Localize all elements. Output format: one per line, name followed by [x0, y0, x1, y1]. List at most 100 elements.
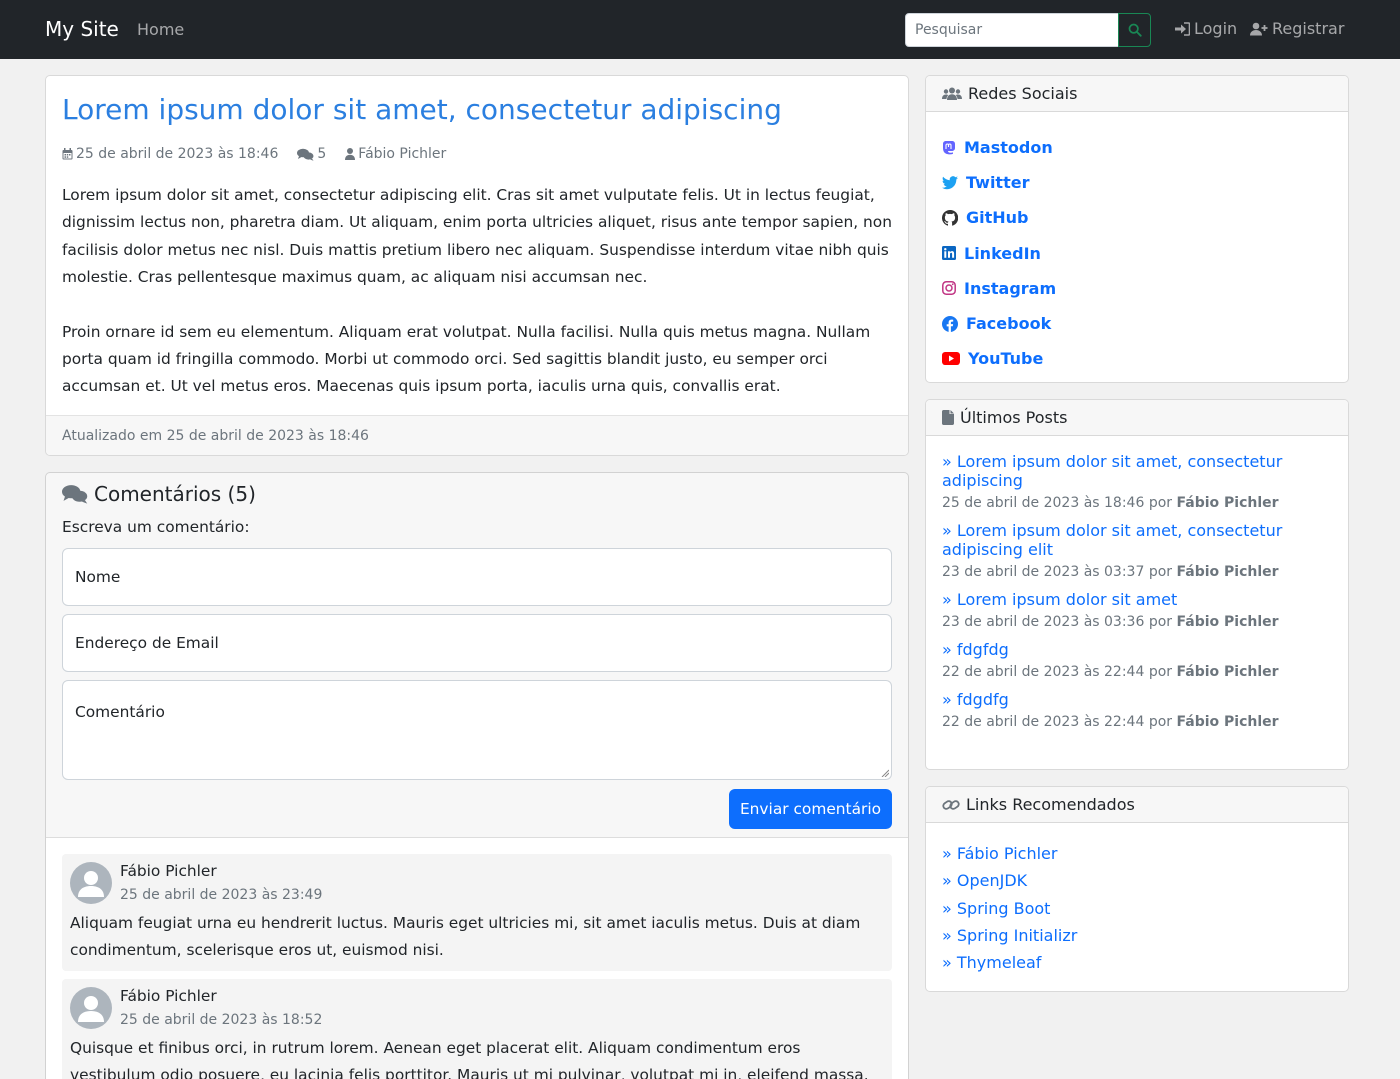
- recommended-link[interactable]: » OpenJDK: [942, 867, 1077, 894]
- social-link-linkedin[interactable]: LinkedIn: [942, 236, 1056, 271]
- social-label: Twitter: [966, 173, 1030, 193]
- recent-post-link[interactable]: » Lorem ipsum dolor sit amet, consectetu…: [942, 521, 1334, 559]
- recent-post-bullet: »: [942, 590, 952, 609]
- post-comment-count[interactable]: 5: [297, 146, 326, 162]
- search-input[interactable]: [905, 13, 1119, 47]
- avatar: [70, 987, 112, 1029]
- links-list: » Fábio Pichler » OpenJDK » Spring Boot …: [942, 840, 1077, 976]
- social-link-instagram[interactable]: Instagram: [942, 271, 1056, 306]
- instagram-icon: [942, 281, 956, 296]
- search-button[interactable]: [1118, 13, 1151, 47]
- recent-post-item: » Lorem ipsum dolor sit amet, consectetu…: [942, 521, 1334, 580]
- comment-count-text: 5: [317, 146, 327, 162]
- social-label: YouTube: [968, 349, 1044, 369]
- post-paragraph: Proin ornare id sem eu elementum. Aliqua…: [62, 322, 871, 396]
- name-field[interactable]: Nome: [62, 548, 892, 606]
- comment-textarea[interactable]: Comentário: [62, 680, 892, 780]
- recent-post-by: por: [1148, 564, 1173, 580]
- post-title[interactable]: Lorem ipsum dolor sit amet, consectetur …: [62, 93, 782, 126]
- recommended-link[interactable]: » Spring Initializr: [942, 922, 1077, 949]
- link-label: OpenJDK: [956, 871, 1028, 891]
- recent-posts-list: » Lorem ipsum dolor sit amet, consectetu…: [942, 452, 1334, 740]
- social-link-youtube[interactable]: YouTube: [942, 341, 1056, 376]
- recent-post-meta: 22 de abril de 2023 às 22:44 por Fábio P…: [942, 664, 1334, 680]
- recent-post-meta: 22 de abril de 2023 às 22:44 por Fábio P…: [942, 714, 1334, 730]
- search-icon: [1128, 23, 1142, 37]
- email-field[interactable]: Endereço de Email: [62, 614, 892, 672]
- login-label: Login: [1194, 19, 1238, 38]
- calendar-icon: [62, 148, 73, 160]
- twitter-icon: [942, 175, 958, 189]
- recent-post-title: fdgdfg: [956, 690, 1009, 709]
- social-label: Facebook: [966, 314, 1052, 334]
- recommended-link[interactable]: » Spring Boot: [942, 895, 1077, 922]
- social-link-twitter[interactable]: Twitter: [942, 165, 1056, 200]
- comments-title: Comentários (5): [94, 482, 256, 506]
- recent-post-title: Lorem ipsum dolor sit amet, consectetur …: [942, 521, 1283, 559]
- recent-post-link[interactable]: » fdgdfg: [942, 690, 1334, 709]
- recent-post-item: » Lorem ipsum dolor sit amet, consectetu…: [942, 452, 1334, 511]
- social-label: Instagram: [964, 278, 1057, 298]
- comment-list: Fábio Pichler 25 de abril de 2023 às 23:…: [46, 838, 908, 1079]
- recent-post-link[interactable]: » Lorem ipsum dolor sit amet: [942, 590, 1334, 609]
- login-link[interactable]: Login: [1174, 19, 1237, 38]
- nav-home-link[interactable]: Home: [137, 20, 184, 39]
- name-field-placeholder: Nome: [75, 568, 121, 586]
- link-label: Thymeleaf: [956, 953, 1042, 973]
- default-avatar-icon: [78, 871, 104, 897]
- recent-post-meta: 23 de abril de 2023 às 03:36 por Fábio P…: [942, 614, 1334, 630]
- register-link[interactable]: Registrar: [1250, 19, 1344, 38]
- link-bullet: »: [942, 925, 952, 945]
- social-networks-card: Redes Sociais Mastodon Twitter GitHub Li…: [925, 75, 1349, 383]
- recommended-link[interactable]: » Fábio Pichler: [942, 840, 1077, 867]
- recent-post-by: por: [1148, 714, 1173, 730]
- recent-post-author: Fábio Pichler: [1176, 614, 1279, 630]
- recent-post-date: 22 de abril de 2023 às 22:44: [942, 664, 1145, 680]
- site-brand[interactable]: My Site: [45, 17, 119, 41]
- facebook-icon: [942, 315, 958, 332]
- social-list: Mastodon Twitter GitHub LinkedIn Instagr…: [942, 130, 1056, 376]
- recent-post-bullet: »: [942, 521, 952, 540]
- social-link-mastodon[interactable]: Mastodon: [942, 130, 1056, 165]
- post-card: Lorem ipsum dolor sit amet, consectetur …: [45, 75, 909, 456]
- comments-card: Comentários (5) Escreva um comentário: N…: [45, 472, 909, 1079]
- resize-handle-icon[interactable]: [881, 769, 889, 777]
- recent-post-link[interactable]: » fdgfdg: [942, 640, 1334, 659]
- recent-post-by: por: [1148, 614, 1173, 630]
- recent-post-date: 22 de abril de 2023 às 22:44: [942, 714, 1145, 730]
- recent-post-meta: 25 de abril de 2023 às 18:46 por Fábio P…: [942, 495, 1334, 511]
- comment-item: Fábio Pichler 25 de abril de 2023 às 23:…: [62, 854, 892, 971]
- social-header: Redes Sociais: [926, 76, 1348, 112]
- submit-comment-button[interactable]: Enviar comentário: [729, 789, 892, 829]
- recent-post-link[interactable]: » Lorem ipsum dolor sit amet, consectetu…: [942, 452, 1334, 490]
- recent-posts-header: Últimos Posts: [926, 400, 1348, 436]
- post-meta: 25 de abril de 2023 às 18:46 5 Fábio Pic…: [62, 146, 465, 162]
- recent-post-title: Lorem ipsum dolor sit amet: [956, 590, 1178, 609]
- social-link-facebook[interactable]: Facebook: [942, 306, 1056, 341]
- recent-post-date: 23 de abril de 2023 às 03:37: [942, 564, 1145, 580]
- comments-icon: [62, 485, 88, 504]
- recent-post-by: por: [1148, 664, 1173, 680]
- social-link-github[interactable]: GitHub: [942, 200, 1056, 235]
- recent-post-author: Fábio Pichler: [1176, 664, 1279, 680]
- link-bullet: »: [942, 871, 952, 891]
- comment-item: Fábio Pichler 25 de abril de 2023 às 18:…: [62, 979, 892, 1079]
- links-title: Links Recomendados: [966, 795, 1135, 814]
- recent-post-meta: 23 de abril de 2023 às 03:37 por Fábio P…: [942, 564, 1334, 580]
- avatar: [70, 862, 112, 904]
- recent-post-title: Lorem ipsum dolor sit amet, consectetur …: [942, 452, 1283, 490]
- youtube-icon: [942, 352, 960, 366]
- mastodon-icon: [943, 141, 955, 155]
- register-label: Registrar: [1272, 19, 1345, 38]
- post-paragraph: Lorem ipsum dolor sit amet, consectetur …: [62, 186, 892, 287]
- recent-post-item: » fdgdfg 22 de abril de 2023 às 22:44 po…: [942, 690, 1334, 730]
- recommended-links-card: Links Recomendados » Fábio Pichler » Ope…: [925, 786, 1349, 992]
- post-date: 25 de abril de 2023 às 18:46: [62, 146, 278, 162]
- user-icon: [345, 148, 356, 160]
- links-header: Links Recomendados: [926, 787, 1348, 823]
- recent-posts-title: Últimos Posts: [960, 408, 1068, 427]
- post-date-text: 25 de abril de 2023 às 18:46: [76, 146, 279, 162]
- social-label: LinkedIn: [964, 243, 1041, 263]
- comment-date: 25 de abril de 2023 às 18:52: [120, 1012, 323, 1028]
- recommended-link[interactable]: » Thymeleaf: [942, 949, 1077, 976]
